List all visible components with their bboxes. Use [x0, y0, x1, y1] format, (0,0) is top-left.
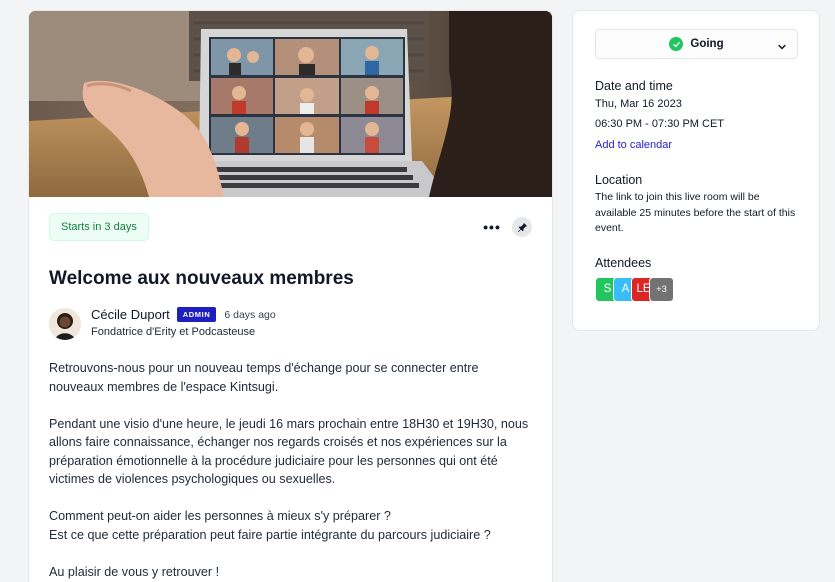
description-paragraph: Comment peut-on aider les personnes à mi… — [49, 509, 491, 542]
event-details-card: Going Date and time Thu, Mar 16 2023 06:… — [572, 10, 820, 331]
author-line: Cécile Duport ADMIN 6 days ago — [91, 307, 276, 322]
location-text: The link to join this live room will be … — [595, 191, 796, 234]
attendees-more-count[interactable]: +3 — [649, 276, 674, 302]
starts-in-badge: Starts in 3 days — [49, 213, 149, 241]
description-paragraph: Au plaisir de vous y retrouver ! — [49, 564, 220, 579]
author-avatar[interactable] — [49, 308, 81, 340]
event-actions: ••• — [482, 217, 532, 237]
event-date: Thu, Mar 16 2023 — [595, 98, 682, 110]
attendees-heading: Attendees — [595, 255, 652, 270]
author-headline: Fondatrice d'Erity et Podcasteuse — [91, 326, 256, 338]
event-post-body: Starts in 3 days ••• Welcome aux nouveau… — [29, 197, 552, 581]
event-description: Retrouvons-nous pour un nouveau temps d'… — [49, 359, 532, 581]
event-time-range: 06:30 PM - 07:30 PM CET — [595, 118, 724, 130]
chevron-down-icon — [777, 39, 787, 57]
avatar-image — [49, 308, 81, 340]
post-timestamp: 6 days ago — [224, 308, 276, 321]
cover-illustration — [29, 11, 552, 197]
event-meta-row: Starts in 3 days ••• — [49, 213, 532, 241]
pin-icon — [517, 222, 527, 232]
author-row: Cécile Duport ADMIN 6 days ago Fondatric… — [49, 307, 532, 340]
author-name[interactable]: Cécile Duport — [91, 307, 170, 322]
rsvp-dropdown[interactable]: Going — [595, 29, 798, 59]
rsvp-status-label: Going — [690, 38, 724, 50]
attendees-avatars: S A LE +3 — [595, 276, 797, 302]
pin-button[interactable] — [512, 217, 532, 237]
date-time-heading: Date and time — [595, 79, 673, 93]
admin-badge: ADMIN — [176, 307, 217, 322]
event-cover-image — [29, 11, 552, 197]
description-paragraph: Pendant une visio d'une heure, le jeudi … — [49, 416, 529, 487]
check-icon — [669, 37, 684, 51]
more-options-icon[interactable]: ••• — [482, 217, 502, 237]
event-page: Starts in 3 days ••• Welcome aux nouveau… — [0, 0, 835, 582]
add-to-calendar-link[interactable]: Add to calendar — [595, 139, 797, 151]
author-info: Cécile Duport ADMIN 6 days ago Fondatric… — [91, 307, 276, 340]
location-heading: Location — [595, 173, 643, 187]
event-title: Welcome aux nouveaux membres — [49, 268, 354, 289]
description-paragraph: Retrouvons-nous pour un nouveau temps d'… — [49, 361, 479, 394]
event-post-card: Starts in 3 days ••• Welcome aux nouveau… — [28, 10, 553, 582]
